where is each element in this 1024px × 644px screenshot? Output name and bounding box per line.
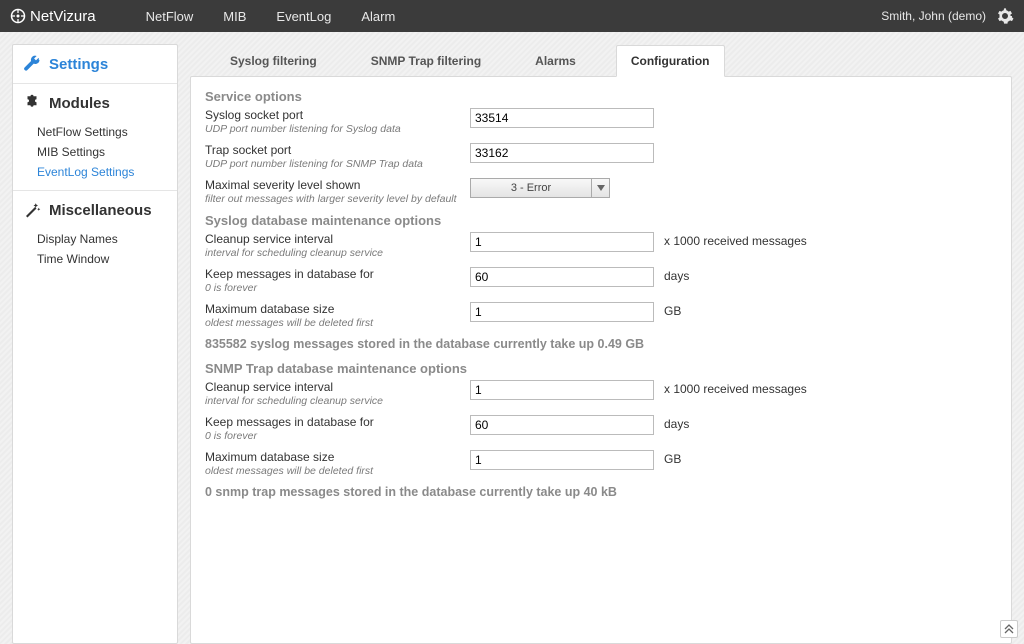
hint-snmp-cleanup: interval for scheduling cleanup service bbox=[205, 395, 470, 407]
row-snmp-cleanup: Cleanup service interval interval for sc… bbox=[205, 380, 997, 407]
section-snmp-db: SNMP Trap database maintenance options bbox=[205, 361, 997, 376]
label-trap-port: Trap socket port bbox=[205, 143, 470, 157]
sidebar: Settings Modules NetFlow Settings MIB Se… bbox=[12, 44, 178, 644]
sidebar-misc-label: Miscellaneous bbox=[49, 202, 152, 219]
sidebar-item-display-names[interactable]: Display Names bbox=[37, 229, 177, 249]
chevron-double-up-icon bbox=[1004, 624, 1014, 634]
sidebar-head-modules[interactable]: Modules bbox=[13, 83, 177, 122]
label-snmp-cleanup: Cleanup service interval bbox=[205, 380, 470, 394]
topnav-netflow[interactable]: NetFlow bbox=[146, 9, 194, 24]
unit-snmp-cleanup: x 1000 received messages bbox=[664, 380, 807, 396]
wand-icon bbox=[23, 201, 41, 219]
sidebar-item-time-window[interactable]: Time Window bbox=[37, 249, 177, 269]
sidebar-modules-list: NetFlow Settings MIB Settings EventLog S… bbox=[13, 122, 177, 190]
row-syslog-max: Maximum database size oldest messages wi… bbox=[205, 302, 997, 329]
sidebar-settings-label: Settings bbox=[49, 56, 108, 73]
label-snmp-keep: Keep messages in database for bbox=[205, 415, 470, 429]
sidebar-misc-list: Display Names Time Window bbox=[13, 229, 177, 277]
sidebar-item-mib[interactable]: MIB Settings bbox=[37, 142, 177, 162]
tab-configuration[interactable]: Configuration bbox=[616, 45, 725, 77]
tab-syslog-filtering[interactable]: Syslog filtering bbox=[216, 46, 331, 76]
input-snmp-keep[interactable] bbox=[470, 415, 654, 435]
row-syslog-port: Syslog socket port UDP port number liste… bbox=[205, 108, 997, 135]
input-syslog-max[interactable] bbox=[470, 302, 654, 322]
tab-snmp-trap-filtering[interactable]: SNMP Trap filtering bbox=[357, 46, 495, 76]
topnav-eventlog[interactable]: EventLog bbox=[276, 9, 331, 24]
hint-syslog-keep: 0 is forever bbox=[205, 282, 470, 294]
hint-snmp-keep: 0 is forever bbox=[205, 430, 470, 442]
topnav-alarm[interactable]: Alarm bbox=[361, 9, 395, 24]
unit-syslog-cleanup: x 1000 received messages bbox=[664, 232, 807, 248]
section-syslog-db: Syslog database maintenance options bbox=[205, 213, 997, 228]
label-syslog-port: Syslog socket port bbox=[205, 108, 470, 122]
top-nav: NetFlow MIB EventLog Alarm bbox=[146, 9, 396, 24]
unit-snmp-max: GB bbox=[664, 450, 681, 466]
chevron-down-icon[interactable] bbox=[591, 179, 609, 197]
input-syslog-port[interactable] bbox=[470, 108, 654, 128]
label-snmp-max: Maximum database size bbox=[205, 450, 470, 464]
status-snmp-storage: 0 snmp trap messages stored in the datab… bbox=[205, 485, 997, 499]
label-syslog-cleanup: Cleanup service interval bbox=[205, 232, 470, 246]
puzzle-icon bbox=[23, 94, 41, 112]
row-syslog-cleanup: Cleanup service interval interval for sc… bbox=[205, 232, 997, 259]
row-trap-port: Trap socket port UDP port number listeni… bbox=[205, 143, 997, 170]
gear-icon[interactable] bbox=[996, 7, 1014, 25]
sidebar-item-netflow[interactable]: NetFlow Settings bbox=[37, 122, 177, 142]
input-syslog-cleanup[interactable] bbox=[470, 232, 654, 252]
tab-alarms[interactable]: Alarms bbox=[521, 46, 590, 76]
select-severity[interactable]: 3 - Error bbox=[470, 178, 610, 198]
user-label[interactable]: Smith, John (demo) bbox=[881, 9, 986, 23]
input-trap-port[interactable] bbox=[470, 143, 654, 163]
unit-snmp-keep: days bbox=[664, 415, 689, 431]
sidebar-head-misc[interactable]: Miscellaneous bbox=[13, 190, 177, 229]
select-severity-value: 3 - Error bbox=[471, 179, 591, 197]
brand-icon bbox=[10, 8, 26, 24]
hint-syslog-port: UDP port number listening for Syslog dat… bbox=[205, 123, 470, 135]
label-severity: Maximal severity level shown bbox=[205, 178, 470, 192]
unit-syslog-max: GB bbox=[664, 302, 681, 318]
hint-syslog-cleanup: interval for scheduling cleanup service bbox=[205, 247, 470, 259]
sidebar-head-settings[interactable]: Settings bbox=[13, 45, 177, 83]
unit-syslog-keep: days bbox=[664, 267, 689, 283]
brand-text: NetVizura bbox=[30, 8, 96, 25]
status-syslog-storage: 835582 syslog messages stored in the dat… bbox=[205, 337, 997, 351]
row-severity: Maximal severity level shown filter out … bbox=[205, 178, 997, 205]
hint-syslog-max: oldest messages will be deleted first bbox=[205, 317, 470, 329]
topnav-mib[interactable]: MIB bbox=[223, 9, 246, 24]
main-area: Syslog filtering SNMP Trap filtering Ala… bbox=[190, 44, 1012, 644]
input-syslog-keep[interactable] bbox=[470, 267, 654, 287]
wrench-icon bbox=[23, 55, 41, 73]
input-snmp-max[interactable] bbox=[470, 450, 654, 470]
row-snmp-keep: Keep messages in database for 0 is forev… bbox=[205, 415, 997, 442]
top-bar: NetVizura NetFlow MIB EventLog Alarm Smi… bbox=[0, 0, 1024, 32]
sidebar-modules-label: Modules bbox=[49, 95, 110, 112]
hint-trap-port: UDP port number listening for SNMP Trap … bbox=[205, 158, 470, 170]
section-service-options: Service options bbox=[205, 89, 997, 104]
config-panel: Service options Syslog socket port UDP p… bbox=[190, 76, 1012, 644]
input-snmp-cleanup[interactable] bbox=[470, 380, 654, 400]
label-syslog-max: Maximum database size bbox=[205, 302, 470, 316]
brand-logo[interactable]: NetVizura bbox=[10, 8, 96, 25]
hint-snmp-max: oldest messages will be deleted first bbox=[205, 465, 470, 477]
scroll-top-button[interactable] bbox=[1000, 620, 1018, 638]
tabs-row: Syslog filtering SNMP Trap filtering Ala… bbox=[190, 44, 1012, 76]
label-syslog-keep: Keep messages in database for bbox=[205, 267, 470, 281]
row-snmp-max: Maximum database size oldest messages wi… bbox=[205, 450, 997, 477]
hint-severity: filter out messages with larger severity… bbox=[205, 193, 470, 205]
sidebar-item-eventlog[interactable]: EventLog Settings bbox=[37, 162, 177, 182]
row-syslog-keep: Keep messages in database for 0 is forev… bbox=[205, 267, 997, 294]
